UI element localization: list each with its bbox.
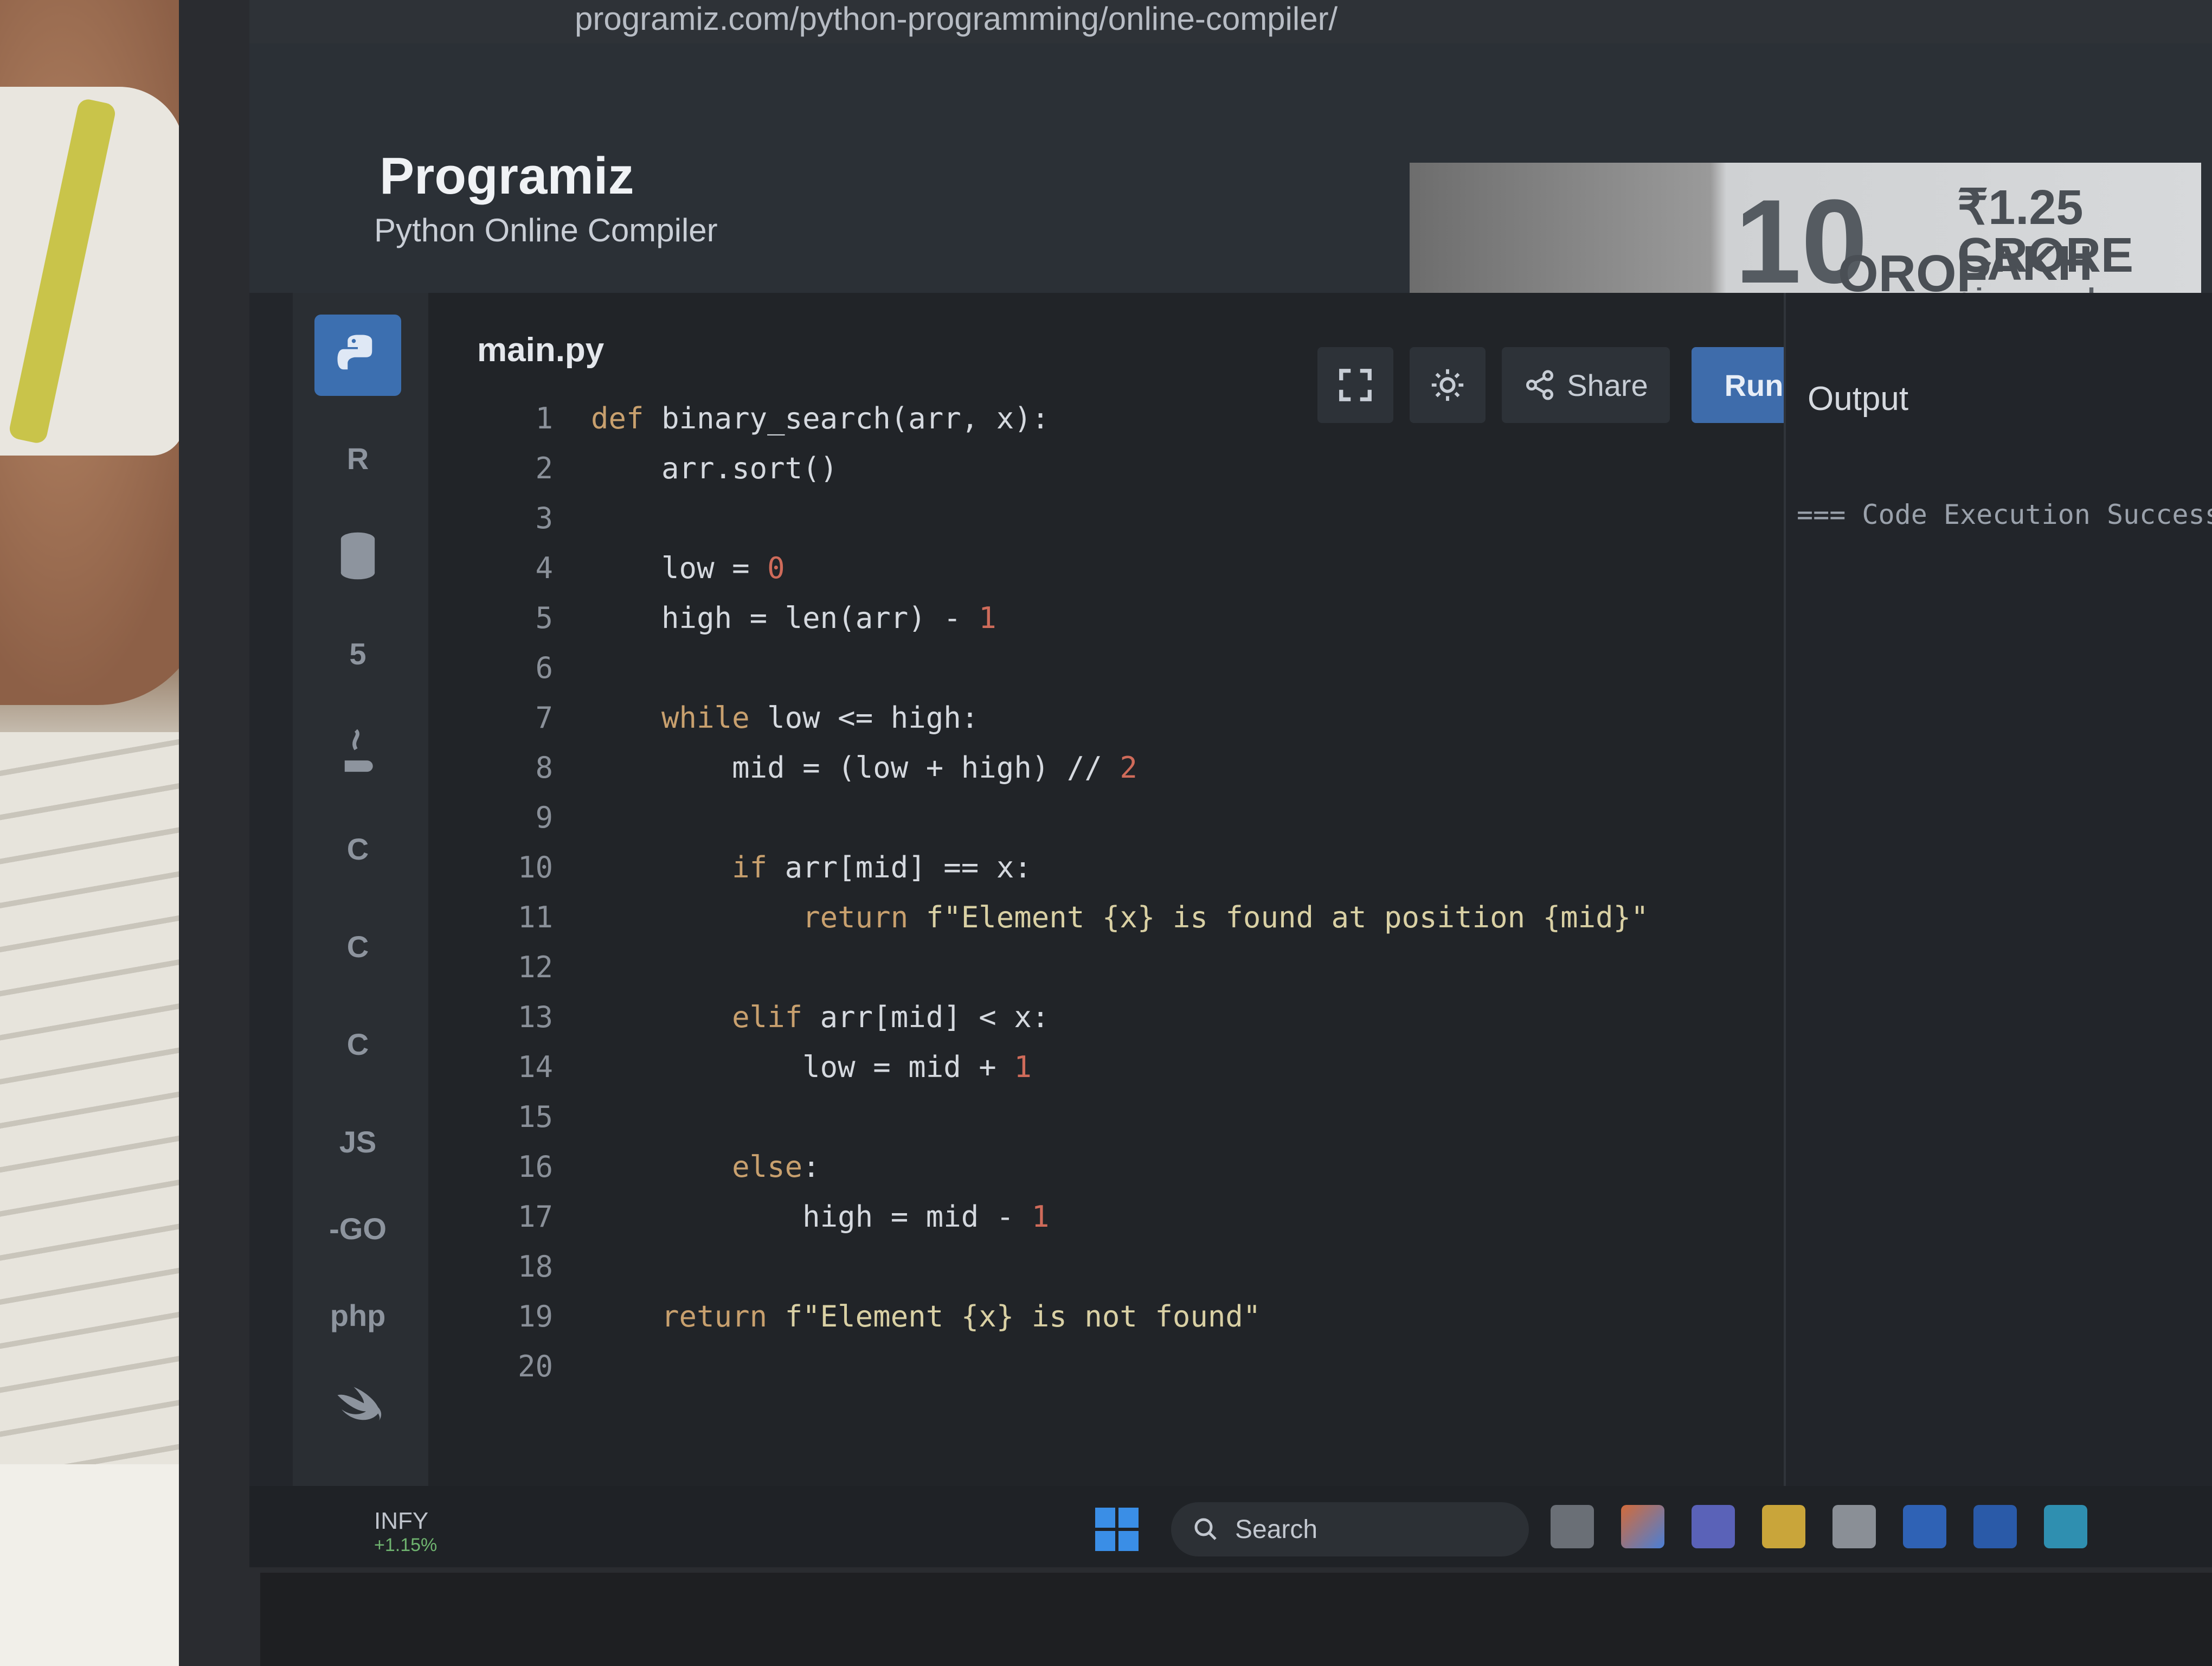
code-line[interactable]: return f"Element {x} is found at positio…	[591, 900, 1649, 934]
windows-start-icon[interactable]	[1095, 1508, 1139, 1551]
line-number-gutter: 1 2 3 4 5 6 7 8 9 10 11 12 13 14 15 16 17 18 19 20	[477, 401, 586, 1486]
code-line[interactable]: def binary_search(arr, x):	[591, 401, 1049, 435]
line-number: 20	[517, 1349, 553, 1383]
edge-icon[interactable]	[2044, 1505, 2087, 1548]
stock-name: INFY	[374, 1508, 429, 1534]
browser-url-bar[interactable]: programiz.com/python-programming/online-…	[249, 0, 2212, 43]
search-placeholder: Search	[1235, 1515, 1318, 1544]
code-area[interactable]: def binary_search(arr, x): arr.sort() lo…	[591, 401, 1784, 1486]
code-line[interactable]: elif arr[mid] < x:	[591, 1000, 1049, 1034]
code-line[interactable]: high = mid - 1	[591, 1200, 1049, 1234]
sidebar-item-c[interactable]: C	[314, 808, 401, 889]
windows-taskbar: INFY +1.15% Search	[249, 1486, 2212, 1567]
file-explorer-icon[interactable]	[1762, 1505, 1805, 1548]
sidebar-item-csharp[interactable]: C	[314, 1003, 401, 1085]
laptop-base	[260, 1573, 2212, 1666]
sidebar-item-sql[interactable]	[314, 515, 401, 597]
line-number: 9	[535, 800, 553, 835]
line-number: 14	[517, 1050, 553, 1084]
php-icon: php	[330, 1298, 386, 1332]
line-number: 6	[535, 651, 553, 685]
sidebar-item-swift[interactable]	[314, 1367, 401, 1448]
site-header: Programiz Python Online Compiler 10 OROP…	[249, 43, 2212, 325]
line-number: 15	[517, 1100, 553, 1134]
taskbar-search[interactable]: Search	[1171, 1502, 1529, 1556]
go-icon: -GO	[329, 1211, 387, 1246]
r-icon: R	[346, 441, 369, 476]
store-icon[interactable]	[1832, 1505, 1876, 1548]
database-icon	[340, 532, 375, 580]
code-line[interactable]: high = len(arr) - 1	[591, 601, 996, 635]
c-icon: C	[346, 831, 369, 866]
sidebar-item-php[interactable]: php	[314, 1274, 401, 1356]
run-label: Run	[1724, 368, 1784, 402]
code-line[interactable]: mid = (low + high) // 2	[591, 751, 1137, 785]
copilot-icon[interactable]	[1621, 1505, 1664, 1548]
output-title: Output	[1808, 380, 1909, 418]
line-number: 12	[517, 950, 553, 984]
share-icon	[1526, 370, 1554, 400]
word-icon[interactable]	[1973, 1505, 2017, 1548]
line-number: 11	[517, 900, 553, 934]
teams-icon[interactable]	[1692, 1505, 1735, 1548]
stock-change: +1.15%	[374, 1535, 438, 1555]
output-text: === Code Execution Successful ===	[1797, 499, 2212, 530]
share-label: Share	[1567, 368, 1648, 402]
line-number: 3	[535, 501, 553, 535]
file-tab-main-py[interactable]: main.py	[477, 331, 604, 369]
search-icon	[1194, 1518, 1217, 1540]
code-line[interactable]: return f"Element {x} is not found"	[591, 1299, 1261, 1334]
stock-widget[interactable]: INFY +1.15%	[374, 1508, 437, 1555]
swift-icon	[337, 1387, 382, 1422]
python-icon	[337, 335, 372, 370]
sidebar-item-r[interactable]: R	[314, 418, 401, 499]
line-number: 13	[517, 1000, 553, 1034]
code-line[interactable]: arr.sort()	[591, 451, 838, 485]
sidebar-item-python[interactable]	[314, 315, 401, 396]
fullscreen-icon	[1339, 369, 1372, 401]
line-number: 1	[535, 401, 553, 435]
html5-icon: 5	[349, 636, 366, 671]
code-line[interactable]: if arr[mid] == x:	[591, 850, 1032, 885]
sidebar-item-cpp[interactable]: C	[314, 906, 401, 987]
csharp-icon: C	[346, 1027, 369, 1061]
line-number: 17	[517, 1200, 553, 1234]
sun-icon	[1431, 369, 1464, 401]
language-sidebar: R 5 C C C JS -GO php	[293, 293, 428, 1486]
app-icon-l[interactable]	[1903, 1505, 1946, 1548]
line-number: 5	[535, 601, 553, 635]
output-panel: Output === Code Execution Successful ===	[1784, 293, 2212, 1486]
cpp-icon: C	[346, 929, 369, 964]
line-number: 8	[535, 751, 553, 785]
code-line[interactable]: while low <= high:	[591, 701, 979, 735]
code-line[interactable]: low = mid + 1	[591, 1050, 1032, 1084]
url-text[interactable]: programiz.com/python-programming/online-…	[575, 0, 1338, 37]
sidebar-item-go[interactable]: -GO	[314, 1188, 401, 1269]
laptop-screen: programiz.com/python-programming/online-…	[249, 0, 2212, 1567]
taskbar-pinned-apps	[1551, 1505, 2087, 1548]
line-number: 16	[517, 1150, 553, 1184]
code-line[interactable]: low = 0	[591, 551, 785, 585]
line-number: 18	[517, 1250, 553, 1284]
sidebar-item-js[interactable]: JS	[314, 1101, 401, 1182]
code-line[interactable]: else:	[591, 1150, 820, 1184]
page-subtitle: Python Online Compiler	[374, 212, 718, 248]
sidebar-item-html[interactable]: 5	[314, 613, 401, 694]
line-number: 10	[517, 850, 553, 885]
line-number: 2	[535, 451, 553, 485]
task-view-icon[interactable]	[1551, 1505, 1594, 1548]
line-number: 7	[535, 701, 553, 735]
line-number: 19	[517, 1299, 553, 1334]
sidebar-item-java[interactable]	[314, 710, 401, 792]
ad-crore: CRORE	[1957, 228, 2134, 283]
line-number: 4	[535, 551, 553, 585]
code-editor-panel: main.py Share Run 1 2 3 4 5 6 7 8 9 10 11 12 13 14 15 1…	[428, 293, 1816, 1486]
js-icon: JS	[339, 1124, 377, 1159]
java-icon	[344, 729, 373, 772]
programiz-logo[interactable]: Programiz	[380, 146, 634, 206]
